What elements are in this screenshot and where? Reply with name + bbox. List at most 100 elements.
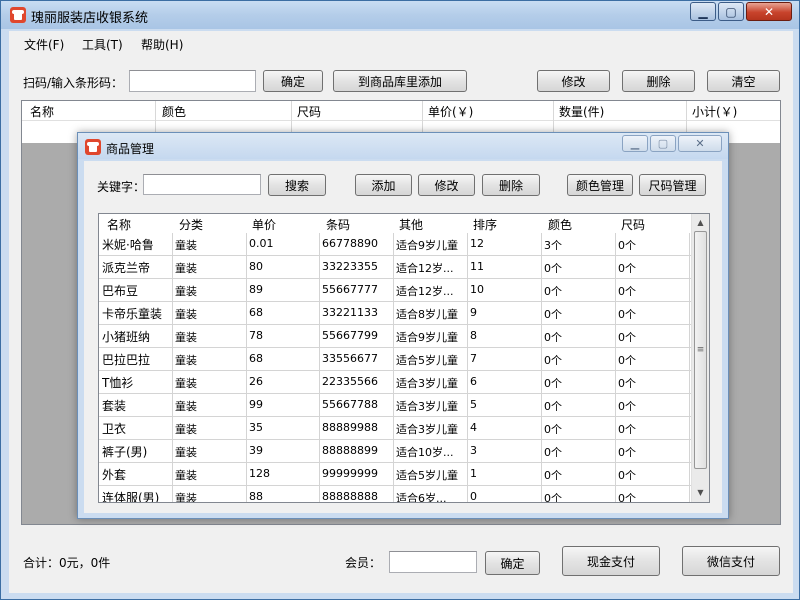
cell-barcode: 99999999 [322, 467, 378, 480]
edit-item-button[interactable]: 修改 [537, 70, 610, 92]
cell-other: 适合12岁... [396, 285, 454, 298]
cell-other: 适合3岁儿童 [396, 423, 458, 436]
product-table[interactable]: 名称 分类 单价 条码 其他 排序 颜色 尺码 米妮·哈鲁 童装 0.01 66778… [98, 213, 710, 503]
cell-size: 0个 [618, 400, 636, 413]
cell-barcode: 33221133 [322, 306, 378, 319]
dialog-minimize-button[interactable]: ▁ [622, 135, 648, 152]
cell-price: 80 [249, 260, 263, 273]
cell-color: 0个 [544, 492, 562, 503]
product-row[interactable]: 小猪班纳 童装 78 55667799 适合9岁儿童 8 0个 0个 [99, 325, 691, 348]
cell-price: 39 [249, 444, 263, 457]
scroll-up-icon[interactable]: ▲ [692, 214, 709, 231]
divider [467, 233, 468, 502]
cell-order: 1 [470, 467, 477, 480]
product-row[interactable]: 米妮·哈鲁 童装 0.01 66778890 适合9岁儿童 12 3个 0个 [99, 233, 691, 256]
cell-name: 派克兰帝 [102, 261, 151, 275]
dialog-title-bar[interactable]: 商品管理 ▁ ▢ ✕ [78, 133, 728, 159]
cell-size: 0个 [618, 308, 636, 321]
cell-category: 童装 [175, 285, 197, 298]
product-row[interactable]: 连体服(男) 童装 88 88888888 适合6岁... 0 0个 0个 [99, 486, 691, 503]
product-row[interactable]: 派克兰帝 童装 80 33223355 适合12岁... 11 0个 0个 [99, 256, 691, 279]
edit-product-button[interactable]: 修改 [418, 174, 475, 196]
delete-item-button[interactable]: 删除 [622, 70, 695, 92]
product-row[interactable]: 裤子(男) 童装 39 88888899 适合10岁... 3 0个 0个 [99, 440, 691, 463]
window-title: 瑰丽服装店收银系统 [31, 11, 149, 26]
cell-name: 巴布豆 [102, 284, 139, 298]
divider [689, 233, 690, 502]
cell-category: 童装 [175, 331, 197, 344]
scroll-down-icon[interactable]: ▼ [692, 484, 709, 501]
scrollbar-thumb[interactable]: ≡ [694, 231, 707, 469]
cell-color: 0个 [544, 331, 562, 344]
product-row[interactable]: 外套 童装 128 99999999 适合5岁儿童 1 0个 0个 [99, 463, 691, 486]
product-row[interactable]: 巴布豆 童装 89 55667777 适合12岁... 10 0个 0个 [99, 279, 691, 302]
keyword-input[interactable] [143, 174, 261, 195]
dialog-close-button[interactable]: ✕ [678, 135, 722, 152]
product-table-header: 名称 分类 单价 条码 其他 排序 颜色 尺码 [99, 214, 691, 233]
cell-order: 11 [470, 260, 484, 273]
menu-tools[interactable]: 工具(T) [82, 36, 123, 53]
dialog-maximize-button[interactable]: ▢ [650, 135, 676, 152]
col-category: 分类 [179, 218, 204, 232]
col-color: 颜色 [162, 105, 187, 119]
cell-name: 外套 [102, 468, 127, 482]
cell-barcode: 33223355 [322, 260, 378, 273]
divider [615, 233, 616, 502]
barcode-input[interactable] [129, 70, 256, 92]
maximize-button[interactable]: ▢ [718, 2, 744, 21]
cell-name: T恤衫 [102, 376, 134, 390]
title-bar[interactable]: 瑰丽服装店收银系统 ▁ ▢ ✕ [1, 1, 799, 29]
divider [319, 233, 320, 502]
cell-size: 0个 [618, 492, 636, 503]
shirt-app-icon [85, 139, 101, 155]
cell-barcode: 88889988 [322, 421, 378, 434]
cell-price: 0.01 [249, 237, 274, 250]
cell-color: 0个 [544, 354, 562, 367]
cell-other: 适合8岁儿童 [396, 308, 458, 321]
add-from-store-button[interactable]: 到商品库里添加 [333, 70, 467, 92]
cell-order: 4 [470, 421, 477, 434]
close-button[interactable]: ✕ [746, 2, 792, 21]
scan-confirm-button[interactable]: 确定 [263, 70, 323, 92]
search-button[interactable]: 搜索 [268, 174, 326, 196]
cell-order: 7 [470, 352, 477, 365]
product-row[interactable]: 套装 童装 99 55667788 适合3岁儿童 5 0个 0个 [99, 394, 691, 417]
wechat-pay-button[interactable]: 微信支付 [682, 546, 780, 576]
minimize-button[interactable]: ▁ [690, 2, 716, 21]
menu-bar: 文件(F) 工具(T) 帮助(H) [9, 31, 793, 55]
cell-size: 0个 [618, 331, 636, 344]
member-input[interactable] [389, 551, 477, 573]
vertical-scrollbar[interactable]: ▲ ≡ ▼ [691, 214, 709, 502]
product-row[interactable]: 巴拉巴拉 童装 68 33556677 适合5岁儿童 7 0个 0个 [99, 348, 691, 371]
divider [393, 233, 394, 502]
cell-order: 6 [470, 375, 477, 388]
cell-other: 适合9岁儿童 [396, 331, 458, 344]
product-row[interactable]: T恤衫 童装 26 22335566 适合3岁儿童 6 0个 0个 [99, 371, 691, 394]
product-row[interactable]: 卫衣 童装 35 88889988 适合3岁儿童 4 0个 0个 [99, 417, 691, 440]
cell-category: 童装 [175, 446, 197, 459]
col-size: 尺码 [297, 105, 322, 119]
cell-order: 0 [470, 490, 477, 503]
clear-button[interactable]: 清空 [707, 70, 780, 92]
cell-color: 0个 [544, 308, 562, 321]
col-barcode: 条码 [326, 218, 351, 232]
cell-name: 米妮·哈鲁 [102, 238, 154, 252]
product-management-dialog: 商品管理 ▁ ▢ ✕ 关键字： 搜索 添加 修改 删除 颜色管理 尺码管理 名称… [77, 132, 729, 519]
cell-name: 巴拉巴拉 [102, 353, 151, 367]
cell-color: 0个 [544, 400, 562, 413]
menu-help[interactable]: 帮助(H) [141, 36, 183, 53]
product-row[interactable]: 卡帝乐童装 童装 68 33221133 适合8岁儿童 9 0个 0个 [99, 302, 691, 325]
size-manage-button[interactable]: 尺码管理 [639, 174, 706, 196]
cell-color: 0个 [544, 262, 562, 275]
cash-pay-button[interactable]: 现金支付 [562, 546, 660, 576]
delete-product-button[interactable]: 删除 [482, 174, 540, 196]
cell-category: 童装 [175, 377, 197, 390]
cell-size: 0个 [618, 262, 636, 275]
member-label: 会员： [345, 556, 382, 570]
cell-category: 童装 [175, 308, 197, 321]
menu-file[interactable]: 文件(F) [24, 36, 64, 53]
cell-other: 适合6岁... [396, 492, 447, 503]
member-confirm-button[interactable]: 确定 [485, 551, 540, 575]
color-manage-button[interactable]: 颜色管理 [567, 174, 633, 196]
add-product-button[interactable]: 添加 [355, 174, 412, 196]
